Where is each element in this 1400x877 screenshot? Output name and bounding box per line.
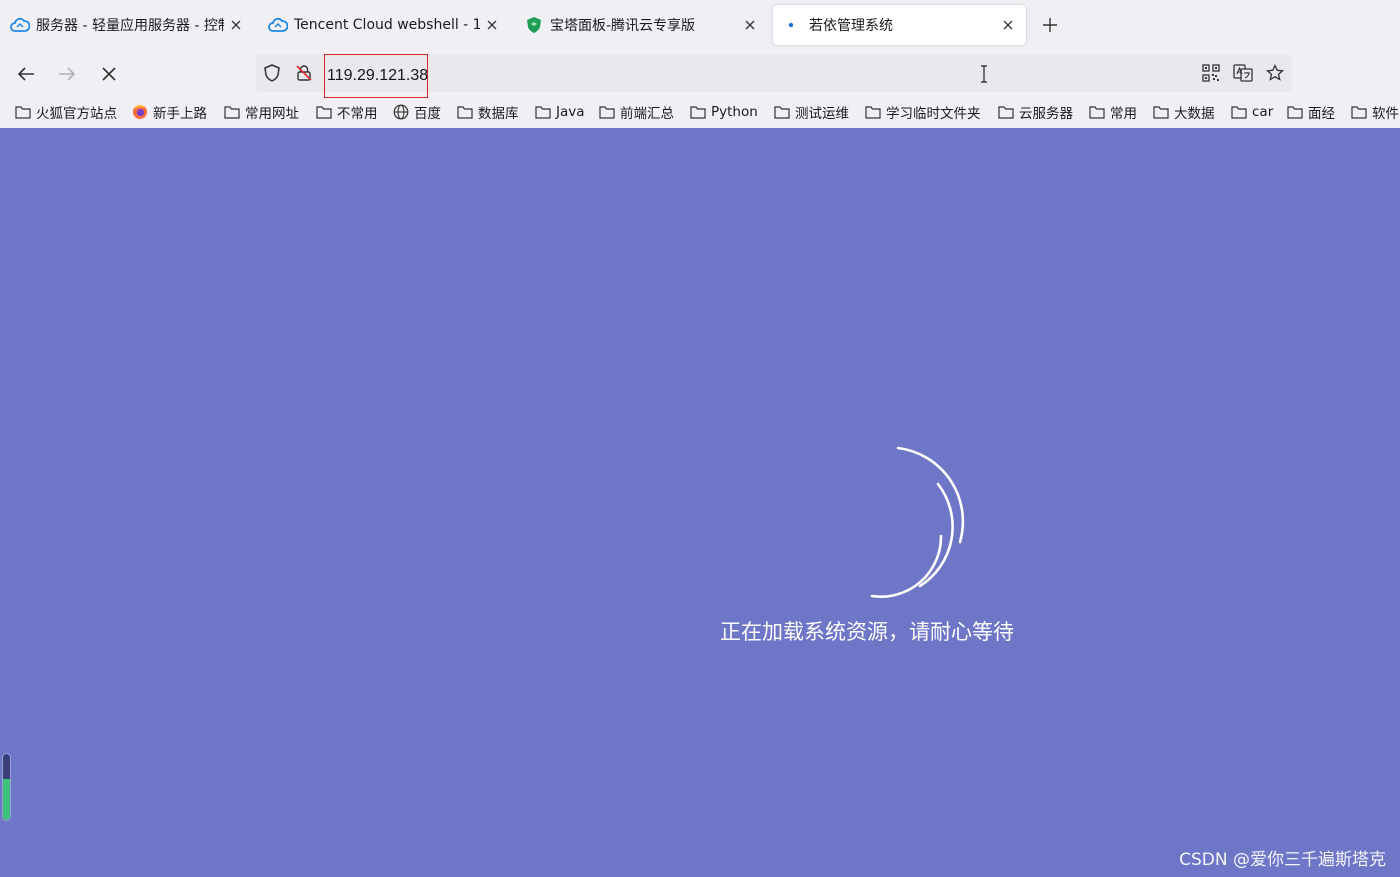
bookmark-folder[interactable]: car xyxy=(1230,102,1273,122)
bookmark-folder[interactable]: 面经 xyxy=(1286,102,1335,122)
close-icon[interactable] xyxy=(228,17,244,33)
tab-webshell[interactable]: Tencent Cloud webshell - 119 xyxy=(258,5,510,45)
shield-icon xyxy=(524,15,544,35)
arrow-right-icon xyxy=(59,67,76,81)
tab-title: Tencent Cloud webshell - 119 xyxy=(294,17,480,33)
tab-title: 服务器 - 轻量应用服务器 - 控制 xyxy=(36,18,224,34)
bookmark-label: 测试运维 xyxy=(795,106,849,122)
bookmark-label: Python xyxy=(711,104,758,120)
bookmark-label: 常用网址 xyxy=(245,106,299,122)
folder-icon xyxy=(223,103,241,121)
bookmark-label: 软件 xyxy=(1372,106,1399,122)
folder-icon xyxy=(1152,103,1170,121)
translate-icon[interactable] xyxy=(1233,63,1253,83)
new-tab-button[interactable] xyxy=(1036,11,1064,39)
bookmark-folder[interactable]: 常用 xyxy=(1088,102,1137,122)
folder-icon xyxy=(997,103,1015,121)
scroll-progress-indicator xyxy=(2,753,11,821)
tab-baota-panel[interactable]: 宝塔面板-腾讯云专享版 xyxy=(514,5,768,45)
bookmark-folder[interactable]: 数据库 xyxy=(456,102,519,122)
scroll-progress-fill xyxy=(3,779,10,820)
folder-icon xyxy=(1286,103,1304,121)
tab-lighthouse-console[interactable]: 服务器 - 轻量应用服务器 - 控制 xyxy=(0,5,254,45)
bookmark-label: 百度 xyxy=(414,106,441,122)
bookmark-folder[interactable]: 常用网址 xyxy=(223,102,299,122)
bookmark-label: 面经 xyxy=(1308,106,1335,122)
firefox-icon xyxy=(131,103,149,121)
bookmark-folder[interactable]: 前端汇总 xyxy=(598,102,674,122)
folder-icon xyxy=(1088,103,1106,121)
close-icon[interactable] xyxy=(484,17,500,33)
navigation-bar: 119.29.121.38 xyxy=(0,50,1400,98)
star-bookmark-icon[interactable] xyxy=(1265,63,1285,83)
bookmark-label: 不常用 xyxy=(337,106,378,122)
bookmark-folder[interactable]: Python xyxy=(689,102,758,122)
folder-icon xyxy=(534,103,552,121)
tracking-shield-icon[interactable] xyxy=(262,63,282,83)
bookmark-label: 前端汇总 xyxy=(620,106,674,122)
bookmark-folder[interactable]: 学习临时文件夹 xyxy=(864,102,981,122)
bookmark-folder[interactable]: 火狐官方站点 xyxy=(14,102,117,122)
bookmark-folder[interactable]: 测试运维 xyxy=(773,102,849,122)
url-input[interactable]: 119.29.121.38 xyxy=(324,54,428,98)
globe-icon xyxy=(392,103,410,121)
page-content: 正在加载系统资源，请耐心等待 CSDN @爱你三千遍斯塔克 xyxy=(0,128,1400,877)
bookmarks-toolbar: 火狐官方站点 新手上路 常用网址 不常用 百度 数据库 Java 前端汇总 Py… xyxy=(0,96,1400,128)
tab-ruoyi-active[interactable]: 若依管理系统 xyxy=(773,5,1026,45)
folder-icon xyxy=(1350,103,1368,121)
loading-message: 正在加载系统资源，请耐心等待 xyxy=(720,620,1014,644)
bookmark-folder[interactable]: Java xyxy=(534,102,585,122)
qr-code-icon[interactable] xyxy=(1201,63,1221,83)
folder-icon xyxy=(773,103,791,121)
folder-icon xyxy=(456,103,474,121)
tab-title: 若依管理系统 xyxy=(809,18,893,34)
bookmark-label: Java xyxy=(556,104,585,120)
loading-dot-icon xyxy=(783,15,803,35)
bookmark-link[interactable]: 百度 xyxy=(392,102,441,122)
close-icon[interactable] xyxy=(1000,17,1016,33)
folder-icon xyxy=(1230,103,1248,121)
arrow-left-icon xyxy=(17,67,34,81)
loading-spinner-icon xyxy=(870,446,965,598)
tab-title: 宝塔面板-腾讯云专享版 xyxy=(550,18,696,34)
bookmark-label: 数据库 xyxy=(478,106,519,122)
watermark: CSDN @爱你三千遍斯塔克 xyxy=(1179,850,1386,870)
bookmark-label: 常用 xyxy=(1110,106,1137,122)
stop-x-icon xyxy=(102,67,116,81)
cloud-icon xyxy=(268,15,288,35)
bookmark-label: 火狐官方站点 xyxy=(36,106,117,122)
folder-icon xyxy=(864,103,882,121)
bookmark-link[interactable]: 新手上路 xyxy=(131,102,207,122)
stop-button[interactable] xyxy=(95,60,123,88)
bookmark-folder[interactable]: 云服务器 xyxy=(997,102,1073,122)
back-button[interactable] xyxy=(12,60,40,88)
close-icon[interactable] xyxy=(742,17,758,33)
bookmark-folder[interactable]: 大数据 xyxy=(1152,102,1215,122)
folder-icon xyxy=(598,103,616,121)
bookmark-folder[interactable]: 不常用 xyxy=(315,102,378,122)
bookmark-folder[interactable]: 软件 xyxy=(1350,102,1399,122)
folder-icon xyxy=(14,103,32,121)
bookmark-label: car xyxy=(1252,104,1274,120)
forward-button[interactable] xyxy=(53,60,81,88)
plus-icon xyxy=(1043,18,1057,32)
insecure-lock-icon[interactable] xyxy=(294,63,314,83)
text-cursor-icon xyxy=(981,65,987,83)
bookmark-label: 新手上路 xyxy=(153,106,207,122)
bookmark-label: 学习临时文件夹 xyxy=(886,106,981,122)
url-bar[interactable]: 119.29.121.38 xyxy=(256,54,1292,98)
cloud-icon xyxy=(10,15,30,35)
bookmark-label: 云服务器 xyxy=(1019,106,1073,122)
bookmark-label: 大数据 xyxy=(1174,106,1215,122)
folder-icon xyxy=(315,103,333,121)
tab-strip: 服务器 - 轻量应用服务器 - 控制 Tencent Cloud webshel… xyxy=(0,0,1400,50)
folder-icon xyxy=(689,103,707,121)
